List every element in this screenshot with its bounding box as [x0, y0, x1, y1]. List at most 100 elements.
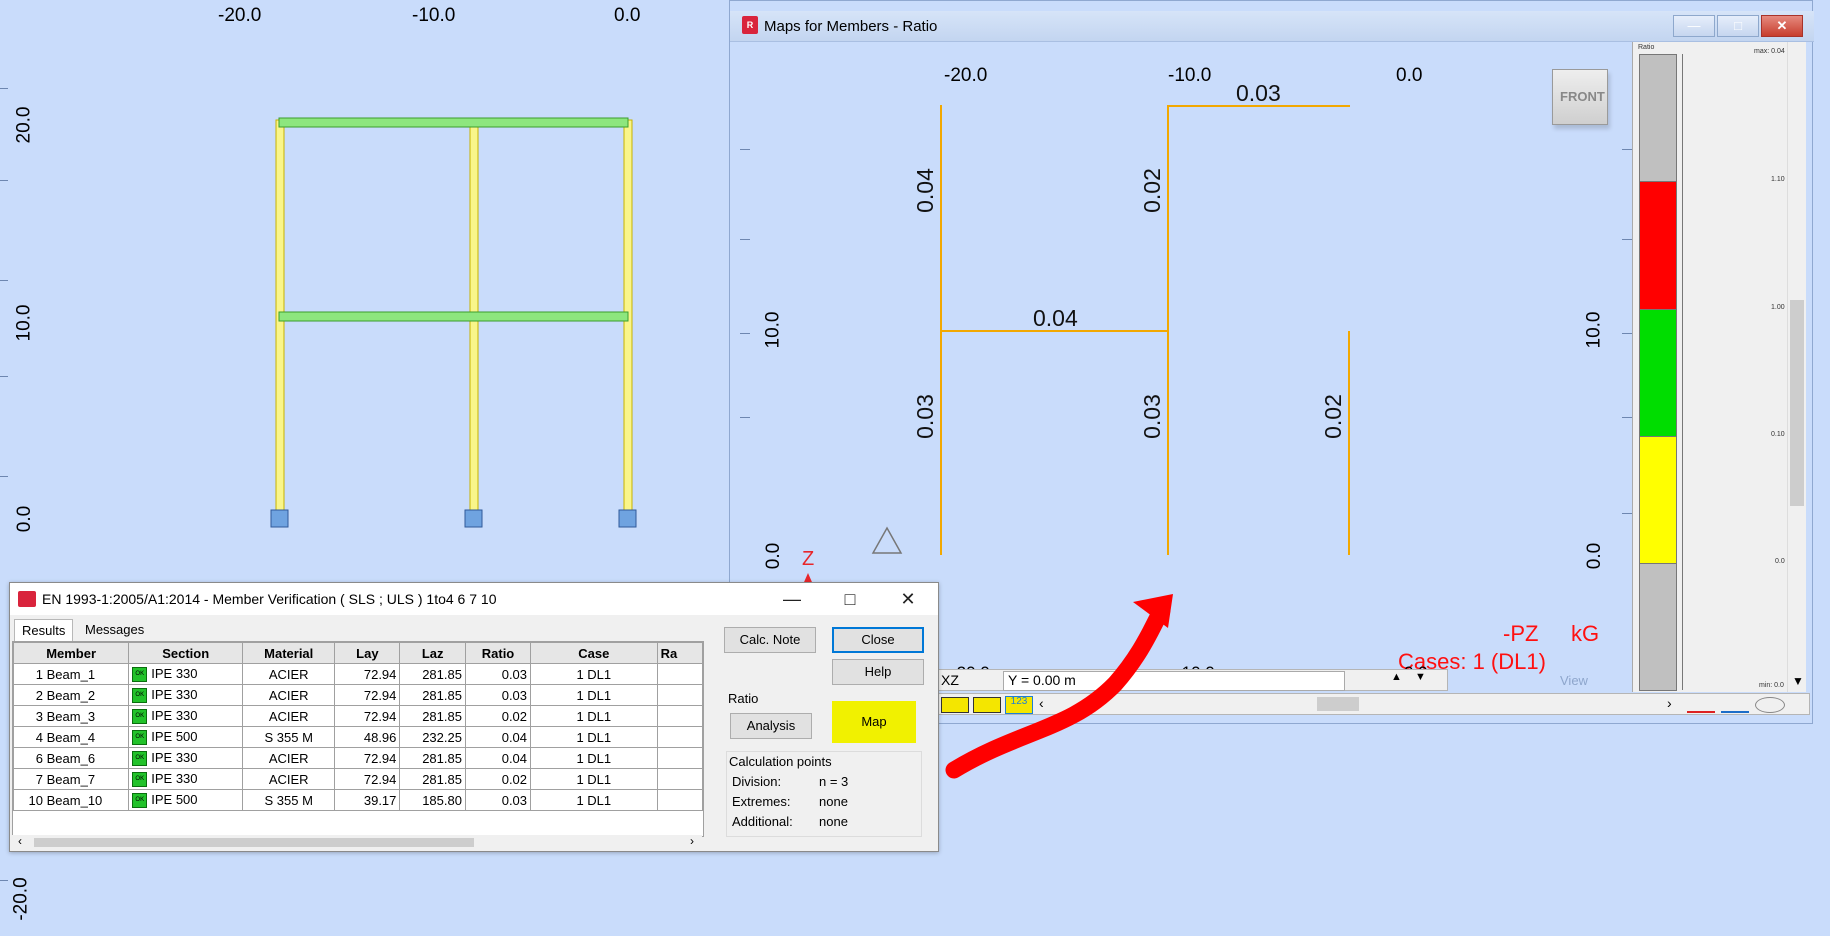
- dialog-minimize-button[interactable]: —: [772, 587, 812, 611]
- table-cell: 0.03: [464, 789, 532, 811]
- axis-tick: [0, 880, 8, 881]
- beam: [278, 311, 629, 322]
- table-cell: OK IPE 330: [128, 747, 244, 769]
- member-line[interactable]: [1348, 331, 1350, 555]
- material-name: ACIER: [268, 750, 309, 766]
- member-number: 3: [35, 708, 43, 724]
- scroll-left-icon[interactable]: ‹: [18, 834, 22, 848]
- table-row[interactable]: 7 Beam_7 OK IPE 330 ACIER 72.94 281.85 0.02 1 D…: [13, 768, 703, 790]
- maps-viewport[interactable]: -20.0 -10.0 0.0 10.0 0.0 10.0 0.0 0.03 0…: [740, 43, 1632, 674]
- table-row[interactable]: 3 Beam_3 OK IPE 330 ACIER 72.94 281.85 0.02 1 D…: [13, 705, 703, 727]
- table-cell: OK IPE 330: [128, 768, 244, 790]
- table-row[interactable]: 4 Beam_4 OK IPE 500 S 355 M 48.96 232.25 0.04 1…: [13, 726, 703, 748]
- table-cell: 0.04: [464, 747, 532, 769]
- legend-unit: kG: [1571, 621, 1600, 646]
- laz-value: 232.25: [422, 729, 462, 745]
- legend-tick: 0.10: [1771, 431, 1785, 438]
- sections-icon[interactable]: [1721, 697, 1749, 713]
- column-header-material[interactable]: Material: [242, 642, 336, 664]
- close-button[interactable]: Close: [832, 627, 924, 653]
- maps-titlebar[interactable]: R Maps for Members - Ratio — □ ✕: [730, 11, 1814, 42]
- dialog-titlebar[interactable]: EN 1993-1:2005/A1:2014 - Member Verifica…: [10, 583, 938, 615]
- maps-right-axis-label: 0.0: [1584, 542, 1606, 570]
- dialog-maximize-button[interactable]: □: [830, 587, 870, 611]
- scroll-right-icon[interactable]: ›: [690, 834, 694, 848]
- table-cell: 281.85: [399, 768, 466, 790]
- coordinate-down-button[interactable]: ▼: [1415, 671, 1426, 683]
- lay-value: 48.96: [363, 729, 397, 745]
- close-window-button[interactable]: ✕: [1761, 15, 1803, 37]
- case-value: 1 DL1: [576, 666, 612, 682]
- table-row[interactable]: 2 Beam_2 OK IPE 330 ACIER 72.94 281.85 0.03 1 D…: [13, 684, 703, 706]
- ok-status-icon: OK: [132, 688, 148, 704]
- table-cell: 3 Beam_3: [13, 705, 130, 727]
- view-icon[interactable]: [1755, 697, 1785, 713]
- column-header-ratio[interactable]: Ratio: [464, 642, 532, 664]
- column-header-case[interactable]: Case: [530, 642, 658, 664]
- scroll-right-icon[interactable]: ›: [1667, 695, 1672, 711]
- ok-status-icon: OK: [132, 793, 148, 809]
- help-button[interactable]: Help: [832, 659, 924, 685]
- annotation-arrow: [945, 594, 1173, 779]
- legend-scroll-thumb[interactable]: [1790, 300, 1804, 506]
- additional-value: none: [819, 814, 848, 829]
- view-cube[interactable]: FRONT: [1552, 69, 1608, 125]
- robot-app-icon: R: [742, 16, 758, 34]
- table-cell: [656, 684, 703, 706]
- column-header-member[interactable]: Member: [13, 642, 130, 664]
- analysis-button[interactable]: Analysis: [730, 713, 812, 739]
- legend-scrollbar[interactable]: ▼: [1787, 42, 1806, 692]
- axis-tick: [1622, 513, 1632, 514]
- case-value: 1 DL1: [576, 729, 612, 745]
- minimize-button[interactable]: —: [1673, 15, 1715, 37]
- table-cell: 0.04: [464, 726, 532, 748]
- lay-value: 72.94: [363, 687, 397, 703]
- table-cell: OK IPE 500: [128, 726, 244, 748]
- section-name: IPE 500: [151, 728, 198, 744]
- tab-results[interactable]: Results: [14, 619, 74, 642]
- z-axis-label: Z: [802, 548, 815, 570]
- case-value: 1 DL1: [576, 687, 612, 703]
- table-horizontal-scrollbar[interactable]: ‹ ›: [12, 834, 702, 849]
- table-scroll-thumb[interactable]: [34, 838, 474, 847]
- table-cell: [656, 726, 703, 748]
- axis-tick: [740, 417, 750, 418]
- table-cell: OK IPE 330: [128, 705, 244, 727]
- table-cell: [656, 789, 703, 811]
- case-value: 1 DL1: [576, 708, 612, 724]
- section-name: IPE 500: [151, 791, 198, 807]
- section-name: IPE 330: [151, 770, 198, 786]
- lay-value: 72.94: [363, 666, 397, 682]
- lines-icon[interactable]: [1687, 697, 1715, 713]
- table-cell: OK IPE 500: [128, 789, 244, 811]
- horizontal-scroll-thumb[interactable]: [1317, 697, 1359, 711]
- table-row[interactable]: 1 Beam_1 OK IPE 330 ACIER 72.94 281.85 0.03 1 D…: [13, 663, 703, 685]
- column-header-ratio-extra[interactable]: Ra: [656, 642, 703, 664]
- material-name: ACIER: [268, 666, 309, 682]
- legend-tick: 0.0: [1775, 558, 1785, 565]
- table-row[interactable]: 6 Beam_6 OK IPE 330 ACIER 72.94 281.85 0.04 1 D…: [13, 747, 703, 769]
- calc-note-button[interactable]: Calc. Note: [724, 627, 816, 653]
- table-cell: 1 DL1: [530, 789, 658, 811]
- support: [270, 509, 289, 528]
- column: [623, 119, 633, 526]
- table-cell: ACIER: [242, 747, 336, 769]
- frame-columns: [275, 119, 633, 526]
- maps-top-axis-label: 0.0: [1396, 65, 1423, 86]
- column-header-section[interactable]: Section: [128, 642, 244, 664]
- legend-title: Ratio: [1638, 44, 1655, 51]
- legend-scroll-down-icon[interactable]: ▼: [1792, 674, 1804, 688]
- member-verification-dialog[interactable]: EN 1993-1:2005/A1:2014 - Member Verifica…: [9, 582, 939, 852]
- coordinate-up-button[interactable]: ▲: [1391, 671, 1402, 683]
- column-header-lay[interactable]: Lay: [334, 642, 401, 664]
- table-row[interactable]: 10 Beam_10 OK IPE 500 S 355 M 39.17 185.80 0.0…: [13, 789, 703, 811]
- tab-messages[interactable]: Messages: [78, 619, 151, 641]
- map-button[interactable]: Map: [832, 701, 916, 743]
- beam: [278, 117, 629, 128]
- maximize-button[interactable]: □: [1717, 15, 1759, 37]
- table-cell: 0.03: [464, 663, 532, 685]
- dialog-close-button[interactable]: ✕: [888, 587, 928, 611]
- view-cube-label: FRONT: [1560, 89, 1605, 104]
- table-cell: 48.96: [334, 726, 401, 748]
- column-header-laz[interactable]: Laz: [399, 642, 466, 664]
